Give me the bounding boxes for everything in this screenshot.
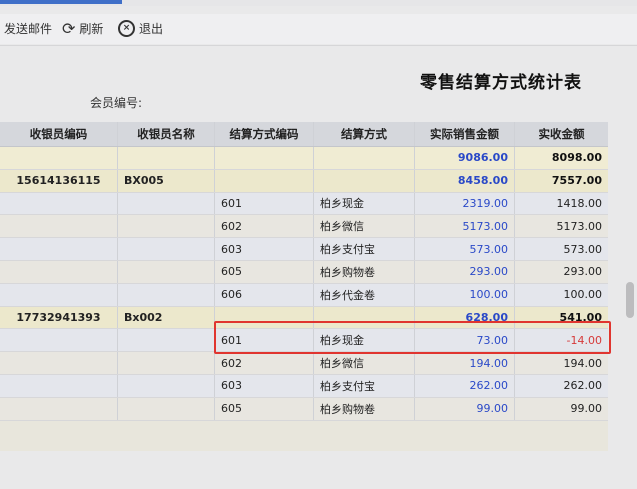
row-received: 1418.00 bbox=[556, 196, 603, 210]
toolbar-divider bbox=[0, 45, 637, 46]
row-received: 262.00 bbox=[563, 379, 603, 393]
method-name: 柏乡现金 bbox=[314, 192, 415, 215]
table-row[interactable]: 602 柏乡微信 194.00 194.00 bbox=[0, 352, 608, 375]
header-method-code[interactable]: 结算方式编码 bbox=[215, 122, 314, 146]
active-tab-indicator bbox=[0, 0, 122, 4]
table-row[interactable]: 603 柏乡支付宝 573.00 573.00 bbox=[0, 238, 608, 261]
grand-total-row[interactable]: 9086.00 8098.00 bbox=[0, 147, 608, 170]
top-progress-line bbox=[0, 0, 637, 6]
vertical-scrollbar[interactable] bbox=[626, 282, 634, 318]
cashier-group-row[interactable]: 17732941393 Bx002 628.00 541.00 bbox=[0, 306, 608, 330]
method-name: 柏乡购物卷 bbox=[314, 397, 415, 420]
report-title: 零售结算方式统计表 bbox=[420, 73, 582, 93]
row-sales: 573.00 bbox=[415, 238, 515, 260]
group-sales: 8458.00 bbox=[415, 169, 515, 192]
method-code: 605 bbox=[215, 260, 314, 283]
method-name: 柏乡购物卷 bbox=[314, 260, 415, 283]
refresh-icon: ⟳ bbox=[62, 18, 76, 38]
row-sales: 2319.00 bbox=[415, 192, 515, 215]
method-code: 603 bbox=[215, 374, 314, 397]
method-name: 柏乡现金 bbox=[314, 329, 415, 352]
method-code: 603 bbox=[215, 238, 314, 260]
header-cashier-code[interactable]: 收银员编码 bbox=[0, 122, 118, 146]
method-name: 柏乡支付宝 bbox=[314, 374, 415, 397]
exit-button[interactable]: × 退出 bbox=[118, 20, 163, 37]
row-sales: 293.00 bbox=[415, 260, 515, 283]
cashier-code: 15614136115 bbox=[0, 169, 118, 192]
method-code: 605 bbox=[215, 397, 314, 420]
group-received: 541.00 bbox=[559, 310, 602, 324]
refresh-button[interactable]: ⟳ 刷新 bbox=[62, 20, 103, 37]
close-circle-icon: × bbox=[118, 20, 135, 37]
row-received: 99.00 bbox=[570, 402, 603, 416]
group-sales: 628.00 bbox=[415, 306, 515, 329]
method-code: 601 bbox=[215, 192, 314, 215]
row-received: 100.00 bbox=[563, 288, 603, 302]
header-received[interactable]: 实收金额 bbox=[515, 122, 608, 146]
cashier-name: Bx002 bbox=[118, 306, 215, 329]
method-code: 601 bbox=[215, 329, 314, 352]
row-sales: 194.00 bbox=[415, 352, 515, 374]
table-row[interactable]: 605 柏乡购物卷 99.00 99.00 bbox=[0, 397, 608, 421]
empty-grid-area bbox=[0, 420, 608, 451]
table-row[interactable]: 601 柏乡现金 73.00 -14.00 bbox=[0, 329, 608, 353]
refresh-label: 刷新 bbox=[79, 22, 104, 36]
member-number-label: 会员编号: bbox=[90, 96, 143, 110]
total-received: 8098.00 bbox=[551, 151, 602, 165]
method-code: 602 bbox=[215, 352, 314, 374]
exit-label: 退出 bbox=[139, 22, 164, 36]
group-received: 7557.00 bbox=[551, 174, 602, 188]
total-sales: 9086.00 bbox=[415, 147, 515, 169]
table-row[interactable]: 605 柏乡购物卷 293.00 293.00 bbox=[0, 260, 608, 284]
method-name: 柏乡代金卷 bbox=[314, 283, 415, 306]
method-code: 602 bbox=[215, 215, 314, 238]
row-received: 573.00 bbox=[563, 242, 603, 256]
header-actual-sales[interactable]: 实际销售金额 bbox=[415, 122, 515, 146]
method-name: 柏乡支付宝 bbox=[314, 238, 415, 260]
cashier-name: BX005 bbox=[118, 169, 215, 192]
header-method[interactable]: 结算方式 bbox=[314, 122, 415, 146]
grid-header: 收银员编码 收银员名称 结算方式编码 结算方式 实际销售金额 实收金额 bbox=[0, 122, 608, 147]
send-mail-label: 发送邮件 bbox=[4, 22, 53, 36]
row-received-negative: -14.00 bbox=[566, 333, 602, 347]
cashier-code: 17732941393 bbox=[0, 306, 118, 329]
row-received: 293.00 bbox=[563, 265, 603, 279]
table-row[interactable]: 601 柏乡现金 2319.00 1418.00 bbox=[0, 192, 608, 216]
row-sales: 73.00 bbox=[415, 329, 515, 352]
row-sales: 100.00 bbox=[415, 283, 515, 306]
header-cashier-name[interactable]: 收银员名称 bbox=[118, 122, 215, 146]
table-row[interactable]: 603 柏乡支付宝 262.00 262.00 bbox=[0, 374, 608, 398]
row-received: 5173.00 bbox=[556, 219, 603, 233]
table-row[interactable]: 602 柏乡微信 5173.00 5173.00 bbox=[0, 215, 608, 239]
method-name: 柏乡微信 bbox=[314, 215, 415, 238]
row-received: 194.00 bbox=[563, 356, 603, 370]
method-name: 柏乡微信 bbox=[314, 352, 415, 374]
row-sales: 5173.00 bbox=[415, 215, 515, 238]
settlement-grid: 收银员编码 收银员名称 结算方式编码 结算方式 实际销售金额 实收金额 9086… bbox=[0, 122, 608, 451]
table-row[interactable]: 606 柏乡代金卷 100.00 100.00 bbox=[0, 283, 608, 307]
row-sales: 262.00 bbox=[415, 374, 515, 397]
method-code: 606 bbox=[215, 283, 314, 306]
toolbar: 发送邮件 ⟳ 刷新 × 退出 bbox=[0, 14, 637, 44]
row-sales: 99.00 bbox=[415, 397, 515, 420]
cashier-group-row[interactable]: 15614136115 BX005 8458.00 7557.00 bbox=[0, 169, 608, 193]
send-mail-button[interactable]: 发送邮件 bbox=[4, 20, 52, 37]
